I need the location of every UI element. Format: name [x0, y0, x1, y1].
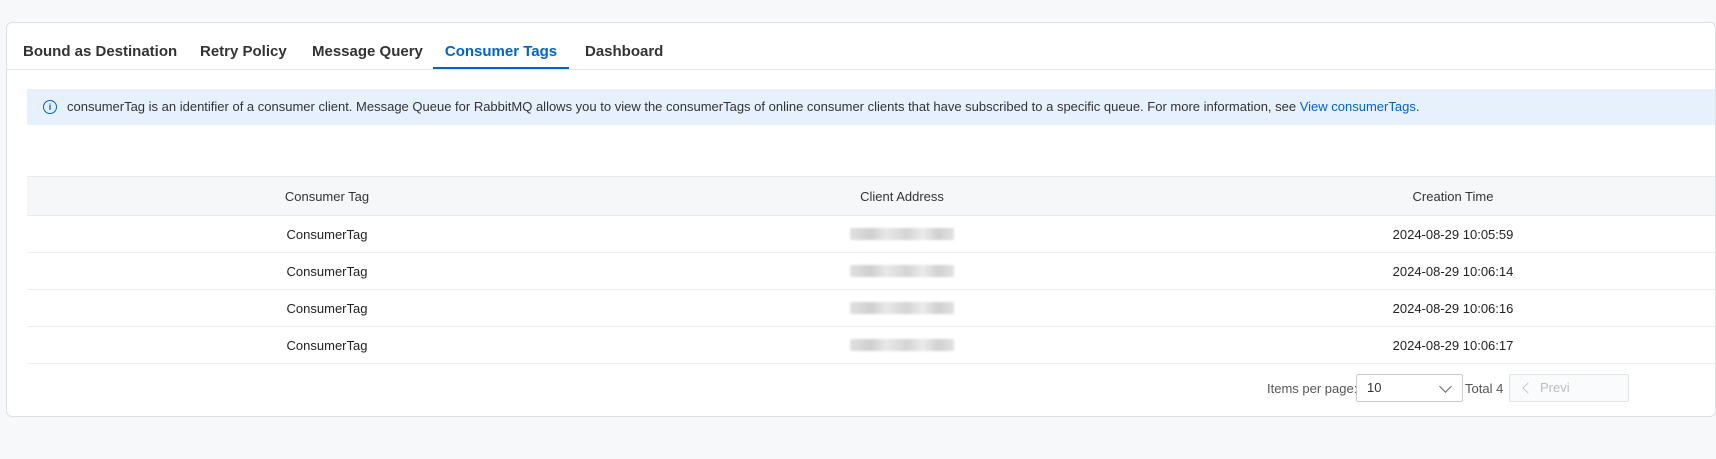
- consumer-tag-cell: ConsumerTag: [286, 300, 368, 316]
- consumer-tag-cell: ConsumerTag: [286, 337, 368, 353]
- chevron-left-icon: [1522, 382, 1534, 394]
- total-count: Total 4: [1465, 381, 1504, 396]
- creation-time-cell: 2024-08-29 10:06:17: [1392, 337, 1514, 353]
- tab-message-query[interactable]: Message Query: [312, 43, 423, 69]
- client-address-cell: [847, 253, 957, 289]
- redacted-address: [850, 265, 954, 277]
- table-header: Consumer Tag Client Address Creation Tim…: [27, 176, 1715, 216]
- info-notice: i consumerTag is an identifier of a cons…: [27, 89, 1715, 125]
- info-icon: i: [43, 100, 57, 114]
- table-row: ConsumerTag 2024-08-29 10:05:59: [27, 216, 1715, 253]
- tab-bar: Bound as Destination Retry Policy Messag…: [7, 23, 1715, 70]
- consumer-tags-table: Consumer Tag Client Address Creation Tim…: [27, 176, 1715, 364]
- client-address-cell: [847, 216, 957, 252]
- column-header-creation-time: Creation Time: [1412, 188, 1494, 204]
- consumer-tag-cell: ConsumerTag: [286, 226, 368, 242]
- previous-label: Previ: [1540, 380, 1570, 395]
- table-row: ConsumerTag 2024-08-29 10:06:16: [27, 290, 1715, 327]
- consumer-tag-cell: ConsumerTag: [286, 263, 368, 279]
- creation-time-cell: 2024-08-29 10:06:14: [1392, 263, 1514, 279]
- client-address-cell: [847, 327, 957, 363]
- creation-time-cell: 2024-08-29 10:05:59: [1392, 226, 1514, 242]
- client-address-cell: [847, 290, 957, 326]
- table-row: ConsumerTag 2024-08-29 10:06:17: [27, 327, 1715, 364]
- tab-dashboard[interactable]: Dashboard: [585, 43, 663, 69]
- pagination: Items per page: 10 Total 4 Previ: [7, 374, 1715, 404]
- view-consumertags-link[interactable]: View consumerTags: [1300, 99, 1416, 114]
- tab-retry-policy[interactable]: Retry Policy: [200, 43, 287, 69]
- creation-time-cell: 2024-08-29 10:06:16: [1392, 300, 1514, 316]
- table-row: ConsumerTag 2024-08-29 10:06:14: [27, 253, 1715, 290]
- column-header-client-address: Client Address: [860, 188, 944, 204]
- redacted-address: [850, 339, 954, 351]
- column-header-consumer-tag: Consumer Tag: [284, 188, 370, 204]
- tab-bound-as-destination[interactable]: Bound as Destination: [23, 43, 177, 69]
- previous-page-button[interactable]: Previ: [1509, 374, 1629, 402]
- queue-details-panel: Bound as Destination Retry Policy Messag…: [6, 22, 1716, 417]
- page-size-select[interactable]: 10: [1356, 374, 1463, 402]
- items-per-page-label: Items per page:: [1267, 381, 1358, 396]
- chevron-down-icon: [1439, 380, 1452, 393]
- redacted-address: [850, 228, 954, 240]
- notice-text: consumerTag is an identifier of a consum…: [67, 99, 1420, 114]
- page-size-value: 10: [1367, 380, 1382, 395]
- tab-consumer-tags[interactable]: Consumer Tags: [433, 43, 569, 69]
- redacted-address: [850, 302, 954, 314]
